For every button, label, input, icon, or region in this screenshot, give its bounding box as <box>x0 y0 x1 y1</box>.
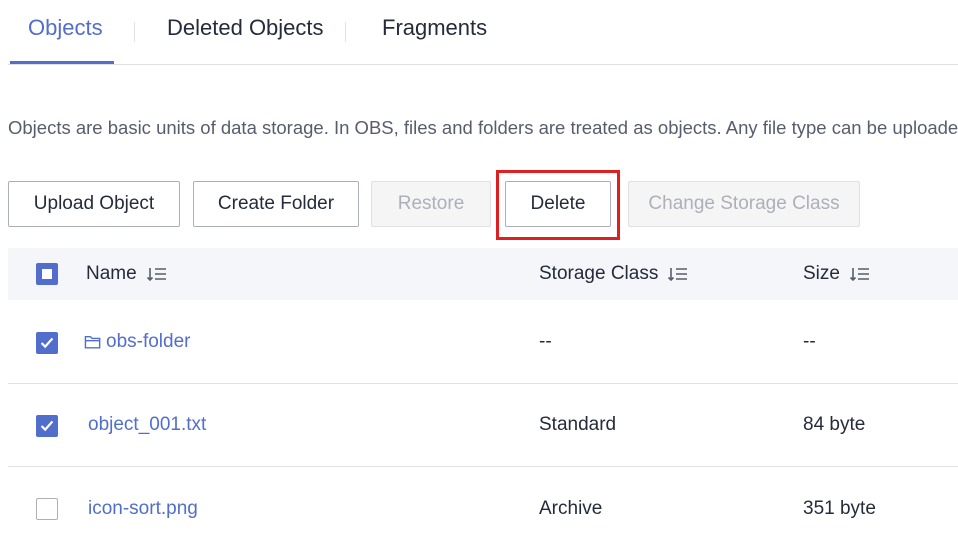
tab-bar: Objects Deleted Objects Fragments <box>0 0 958 66</box>
object-name-link[interactable]: obs-folder <box>84 301 191 383</box>
folder-icon <box>84 335 101 349</box>
size-cell: 84 byte <box>803 414 866 435</box>
column-header-size[interactable]: Size <box>803 248 870 300</box>
page-description: Objects are basic units of data storage.… <box>8 117 958 138</box>
delete-highlight-box <box>496 170 620 240</box>
sort-icon[interactable] <box>668 266 688 282</box>
object-name-link[interactable]: icon-sort.png <box>88 467 198 551</box>
storage-class-cell: Standard <box>539 414 617 435</box>
storage-class-cell: -- <box>539 331 552 352</box>
storage-class-cell: Archive <box>539 498 603 519</box>
restore-button[interactable]: Restore <box>371 181 491 227</box>
sort-icon[interactable] <box>146 266 167 282</box>
tab-deleted-objects[interactable]: Deleted Objects <box>167 14 324 42</box>
row-checkbox[interactable] <box>36 332 58 354</box>
size-cell: -- <box>803 331 816 352</box>
row-checkbox[interactable] <box>36 415 58 437</box>
table-row: icon-sort.png Archive 351 byte <box>8 467 958 541</box>
tab-objects[interactable]: Objects <box>28 14 103 42</box>
check-icon <box>40 337 54 349</box>
table-row: object_001.txt Standard 84 byte <box>8 384 958 467</box>
tab-divider <box>8 64 958 65</box>
check-icon <box>40 420 54 432</box>
table-row: obs-folder -- -- <box>8 301 958 384</box>
upload-object-button[interactable]: Upload Object <box>8 181 180 227</box>
tab-separator <box>134 22 135 42</box>
row-checkbox[interactable] <box>36 498 58 520</box>
tab-separator <box>345 22 346 42</box>
sort-icon[interactable] <box>849 266 870 282</box>
object-name-link[interactable]: object_001.txt <box>88 384 206 466</box>
column-header-storage-class[interactable]: Storage Class <box>539 248 688 300</box>
create-folder-button[interactable]: Create Folder <box>193 181 359 227</box>
size-cell: 351 byte <box>803 498 876 519</box>
select-all-checkbox[interactable] <box>36 263 58 285</box>
tab-fragments[interactable]: Fragments <box>382 14 487 42</box>
table-header: Name Storage Class Size <box>8 248 958 300</box>
column-header-name[interactable]: Name <box>86 248 167 300</box>
change-storage-class-button[interactable]: Change Storage Class <box>628 181 860 227</box>
